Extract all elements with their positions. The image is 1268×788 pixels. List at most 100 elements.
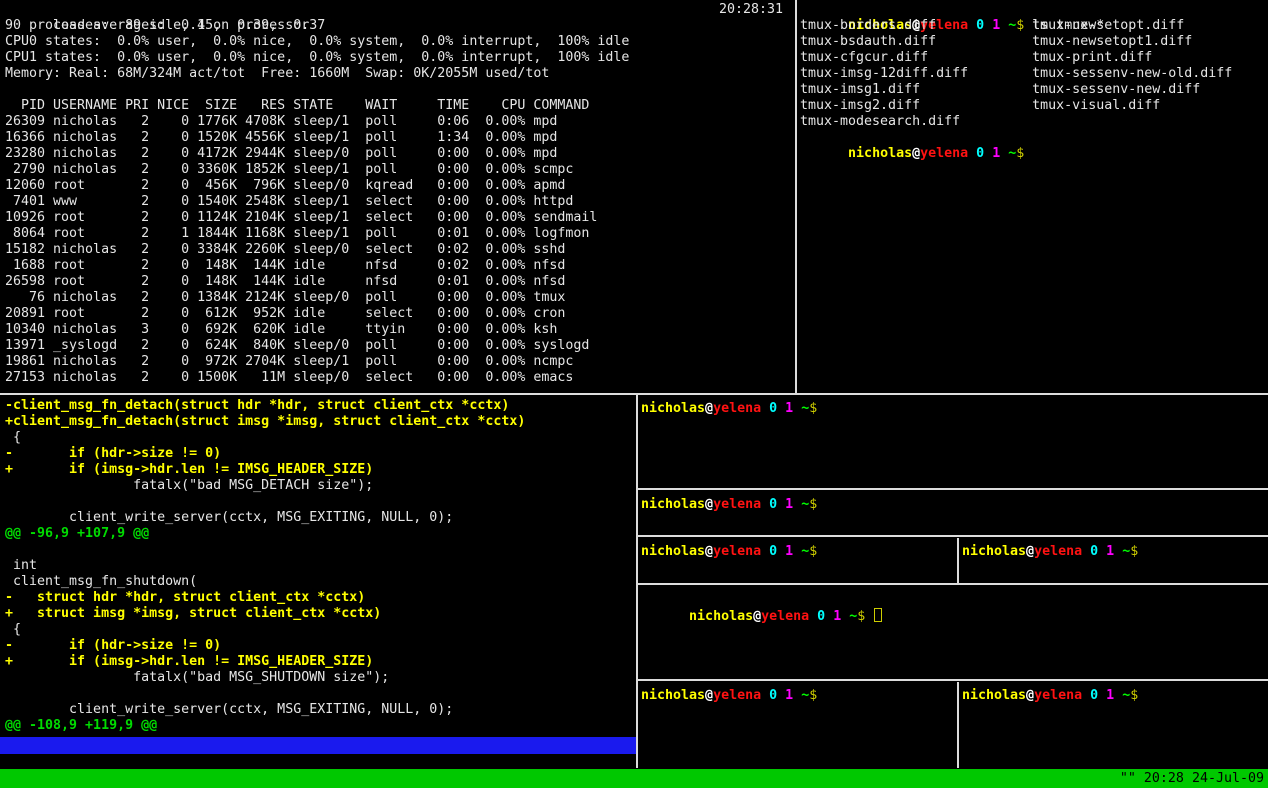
pane-border-v5[interactable] [957, 682, 959, 768]
prompt-at-sign: @ [1026, 544, 1034, 559]
prompt-dollar: $ [1016, 146, 1032, 161]
prompt-sp [777, 688, 785, 703]
prompt-at-sign: @ [912, 146, 920, 161]
prompt-num1: 1 [785, 401, 793, 416]
prompt-sp [761, 401, 769, 416]
prompt-user: nicholas [641, 401, 705, 416]
pane-shell-ls[interactable]: nicholas@yelena 0 1 ~$ ls tmux-* tmux-bo… [800, 2, 1266, 392]
diff-line: int [5, 558, 37, 573]
prompt-cwd: ~ [1122, 544, 1130, 559]
prompt-cwd: ~ [801, 497, 809, 512]
prompt-at-sign: @ [1026, 688, 1034, 703]
prompt-dollar: $ [809, 401, 825, 416]
prompt-sp [1114, 544, 1122, 559]
prompt-sp [1082, 544, 1090, 559]
prompt-num1: 1 [785, 544, 793, 559]
prompt-cwd: ~ [1122, 688, 1130, 703]
prompt-sp [777, 497, 785, 512]
tmux-status-bar: [0] 0:irssi# 1:todo 2:ncmpc- 3:mutt 4:ss… [0, 769, 1268, 788]
prompt-sp [825, 609, 833, 624]
terminal-screen: load averages: 0.45, 0.39, 0.37 20:28:31… [0, 0, 1268, 788]
prompt-num0: 0 [769, 497, 777, 512]
pane-shell-3[interactable]: nicholas@yelena 0 1 ~$ [641, 539, 955, 582]
prompt-dollar: $ [809, 544, 825, 559]
prompt-user: nicholas [848, 146, 912, 161]
diff-line: fatalx("bad MSG_SHUTDOWN size"); [5, 670, 389, 685]
pane-border-h2[interactable] [638, 535, 1268, 537]
diff-line: + if (imsg->hdr.len != IMSG_HEADER_SIZE) [5, 654, 373, 669]
terminal-cursor [874, 608, 882, 622]
prompt-num1: 1 [1106, 544, 1114, 559]
pane-border-vertical-top[interactable] [795, 0, 797, 393]
pane-border-h1[interactable] [638, 488, 1268, 490]
prompt-sp [761, 497, 769, 512]
prompt-dollar: $ [809, 497, 825, 512]
prompt-cwd: ~ [801, 401, 809, 416]
prompt-sp [761, 688, 769, 703]
shell-prompt: nicholas@yelena 0 1 ~$ [848, 146, 1032, 161]
prompt-at-sign: @ [705, 688, 713, 703]
pane-border-v3[interactable] [957, 538, 959, 584]
process-table: 90 processes: 89 idle, 1 on processor CP… [5, 18, 795, 386]
prompt-num0: 0 [1090, 688, 1098, 703]
prompt-sp [1098, 688, 1106, 703]
prompt-host: yelena [713, 497, 761, 512]
pane-top-process-monitor[interactable]: load averages: 0.45, 0.39, 0.37 20:28:31… [0, 0, 795, 392]
prompt-dollar: $ [857, 609, 873, 624]
diff-line: fatalx("bad MSG_DETACH size"); [5, 478, 373, 493]
pane-border-horizontal-middle[interactable] [0, 393, 1268, 395]
pane-border-vertical-bottom[interactable] [636, 395, 638, 768]
prompt-sp [793, 544, 801, 559]
pane-shell-5[interactable]: nicholas@yelena 0 1 ~$ [641, 587, 1268, 678]
prompt-num0: 0 [769, 544, 777, 559]
prompt-sp [1082, 688, 1090, 703]
diff-line: + if (imsg->hdr.len != IMSG_HEADER_SIZE) [5, 462, 373, 477]
prompt-sp [761, 544, 769, 559]
pane-emacs-diff[interactable]: -client_msg_fn_detach(struct hdr *hdr, s… [0, 396, 636, 768]
prompt-num1: 1 [785, 688, 793, 703]
prompt-at-sign: @ [705, 401, 713, 416]
prompt-cwd: ~ [801, 544, 809, 559]
prompt-user: nicholas [962, 544, 1026, 559]
prompt-line: nicholas@yelena 0 1 ~$ [800, 130, 1266, 146]
prompt-user: nicholas [641, 497, 705, 512]
prompt-num1: 1 [785, 497, 793, 512]
prompt-user: nicholas [641, 688, 705, 703]
shell-prompt: nicholas@yelena 0 1 ~$ [641, 401, 825, 416]
prompt-sp [809, 609, 817, 624]
prompt-sp [968, 146, 976, 161]
prompt-at-sign: @ [753, 609, 761, 624]
pane-shell-6[interactable]: nicholas@yelena 0 1 ~$ [641, 683, 955, 768]
prompt-sp [777, 544, 785, 559]
diff-line: @@ -96,9 +107,9 @@ [5, 526, 149, 541]
pane-shell-4[interactable]: nicholas@yelena 0 1 ~$ [962, 539, 1268, 582]
prompt-at-sign: @ [705, 544, 713, 559]
pane-border-h4[interactable] [638, 679, 1268, 681]
pane-border-h3[interactable] [638, 583, 1268, 585]
status-clock-date: "" 20:28 24-Jul-09 [1120, 769, 1264, 788]
diff-line: { [5, 622, 21, 637]
prompt-host: yelena [713, 688, 761, 703]
prompt-host: yelena [713, 401, 761, 416]
prompt-num0: 0 [1090, 544, 1098, 559]
prompt-sp [1098, 544, 1106, 559]
pane-shell-7[interactable]: nicholas@yelena 0 1 ~$ [962, 683, 1268, 768]
prompt-dollar: $ [1130, 544, 1146, 559]
prompt-host: yelena [761, 609, 809, 624]
prompt-sp [777, 401, 785, 416]
prompt-sp [793, 497, 801, 512]
prompt-sp [793, 401, 801, 416]
diff-line: @@ -108,9 +119,9 @@ [5, 718, 157, 733]
shell-prompt: nicholas@yelena 0 1 ~$ [962, 688, 1146, 703]
prompt-cwd: ~ [801, 688, 809, 703]
shell-prompt: nicholas@yelena 0 1 ~$ [641, 497, 825, 512]
shell-prompt: nicholas@yelena 0 1 ~$ [962, 544, 1146, 559]
prompt-dollar: $ [1130, 688, 1146, 703]
pane-shell-1[interactable]: nicholas@yelena 0 1 ~$ [641, 396, 1268, 487]
top-clock: 20:28:31 [719, 2, 783, 18]
diff-line: client_write_server(cctx, MSG_EXITING, N… [5, 510, 453, 525]
pane-shell-2[interactable]: nicholas@yelena 0 1 ~$ [641, 492, 1268, 534]
shell-prompt: nicholas@yelena 0 1 ~$ [689, 609, 873, 624]
prompt-host: yelena [920, 146, 968, 161]
prompt-host: yelena [713, 544, 761, 559]
